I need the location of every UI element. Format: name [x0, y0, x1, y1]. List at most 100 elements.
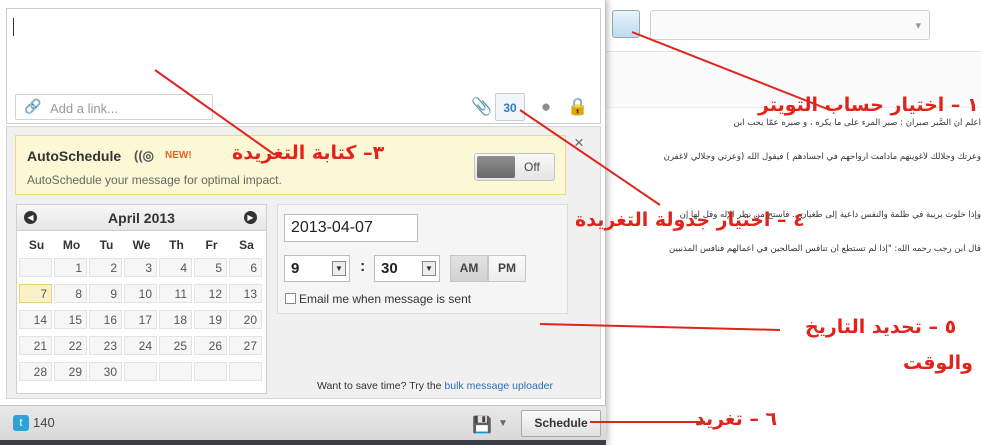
date-time-box: 2013-04-07 9 ▼ : 30 ▼ AM PM Email me whe… — [277, 204, 568, 314]
calendar-schedule-icon[interactable]: 30 — [495, 93, 525, 121]
weekday-label: Su — [28, 238, 45, 252]
bulk-hint-text: Want to save time? Try the — [317, 380, 445, 392]
prev-month-icon[interactable]: ◀ — [24, 211, 37, 224]
paperclip-icon: 🔗 — [24, 98, 42, 114]
calendar-day[interactable]: 21 — [19, 336, 52, 355]
calendar-day[interactable]: 26 — [194, 336, 227, 355]
calendar-day[interactable]: 11 — [159, 284, 192, 303]
close-icon[interactable]: × — [574, 133, 584, 153]
minute-select[interactable]: 30 ▼ — [374, 255, 440, 282]
annotation-step4: ٤ – اختيار جدولة التغريدة — [575, 209, 805, 231]
calendar-day[interactable]: 1 — [54, 258, 87, 277]
weekday-label: Fr — [205, 238, 218, 252]
lock-icon[interactable]: 🔒 — [563, 93, 593, 121]
schedule-panel: AutoSchedule ((◎ NEW! AutoSchedule your … — [6, 126, 601, 399]
annotation-step6: ٦ – تغريد — [695, 408, 778, 430]
calendar-day[interactable]: 10 — [124, 284, 157, 303]
autoschedule-description: AutoSchedule your message for optimal im… — [27, 173, 282, 187]
text-caret — [13, 18, 14, 36]
email-notify-label: Email me when message is sent — [299, 292, 472, 306]
toggle-knob — [477, 156, 515, 178]
calendar-day-empty — [229, 362, 262, 381]
calendar-day[interactable]: 7 — [19, 284, 52, 303]
weekday-label: Th — [169, 238, 184, 252]
chevron-down-icon: ▼ — [332, 261, 346, 276]
schedule-button[interactable]: Schedule — [521, 410, 601, 437]
calendar-day[interactable]: 12 — [194, 284, 227, 303]
calendar-day[interactable]: 23 — [89, 336, 122, 355]
calendar-day[interactable]: 9 — [89, 284, 122, 303]
calendar-day[interactable]: 24 — [124, 336, 157, 355]
toggle-label: Off — [524, 160, 540, 174]
calendar-day[interactable]: 25 — [159, 336, 192, 355]
add-link-input[interactable]: 🔗 Add a link... — [15, 94, 213, 120]
weekday-label: Mo — [62, 238, 81, 252]
calendar-header: April 2013 ◀ ▶ — [17, 205, 266, 231]
annotation-step1: ١ – اختيار حساب التويتر — [758, 94, 979, 116]
background-text-line: قال ابن رجب رحمه الله: "إذا لم تستطع أن … — [669, 244, 981, 254]
calendar-day[interactable]: 18 — [159, 310, 192, 329]
autoschedule-toggle[interactable]: Off — [474, 153, 555, 181]
calendar-day[interactable]: 16 — [89, 310, 122, 329]
calendar-day[interactable]: 6 — [229, 258, 262, 277]
chevron-down-icon: ▼ — [422, 261, 436, 276]
calendar-day-empty — [19, 258, 52, 277]
calendar-day[interactable]: 20 — [229, 310, 262, 329]
attach-file-icon[interactable]: 📎 — [467, 93, 497, 121]
bulk-uploader-link[interactable]: bulk message uploader — [444, 380, 553, 392]
bulk-upload-hint: Want to save time? Try the bulk message … — [317, 380, 553, 392]
account-avatar-icon[interactable] — [612, 10, 640, 38]
date-input[interactable]: 2013-04-07 — [284, 214, 418, 242]
calendar-day[interactable]: 17 — [124, 310, 157, 329]
calendar-day[interactable]: 15 — [54, 310, 87, 329]
calendar-month-title: April 2013 — [108, 210, 175, 226]
account-selector[interactable]: ▾ — [650, 10, 930, 40]
save-options-chevron-icon[interactable]: ▼ — [498, 418, 508, 429]
hour-select[interactable]: 9 ▼ — [284, 255, 350, 282]
character-count: 140 — [33, 415, 55, 430]
weekday-label: Sa — [239, 238, 254, 252]
calendar-day[interactable]: 13 — [229, 284, 262, 303]
calendar-day[interactable]: 22 — [54, 336, 87, 355]
add-link-placeholder: Add a link... — [50, 101, 118, 116]
location-pin-icon[interactable]: ● — [531, 93, 561, 121]
date-picker-calendar: April 2013 ◀ ▶ Su Mo Tu We Th Fr Sa 1234… — [16, 204, 267, 394]
calendar-day[interactable]: 5 — [194, 258, 227, 277]
email-notify-row[interactable]: Email me when message is sent — [285, 292, 471, 306]
message-textarea[interactable]: 🔗 Add a link... 📎 30 ● 🔒 — [6, 8, 601, 124]
twitter-bird-icon: t — [13, 415, 29, 431]
weekday-label: Tu — [99, 238, 114, 252]
calendar-day[interactable]: 28 — [19, 362, 52, 381]
bottom-strip — [0, 440, 606, 445]
next-month-icon[interactable]: ▶ — [244, 211, 257, 224]
annotation-step5-line1: ٥ – تحديد التاريخ — [805, 316, 957, 338]
calendar-day[interactable]: 8 — [54, 284, 87, 303]
screenshot: ▾ اعلم أن الصَّبر صبران : صبر المرء على … — [0, 0, 981, 445]
calendar-day-empty — [124, 362, 157, 381]
background-text-line: اعلم أن الصَّبر صبران : صبر المرء على ما… — [733, 118, 981, 128]
weekday-label: We — [132, 238, 151, 252]
email-notify-checkbox[interactable] — [285, 293, 296, 304]
calendar-day[interactable]: 3 — [124, 258, 157, 277]
pm-button[interactable]: PM — [488, 255, 526, 282]
calendar-day[interactable]: 14 — [19, 310, 52, 329]
calendar-day[interactable]: 27 — [229, 336, 262, 355]
calendar-day[interactable]: 4 — [159, 258, 192, 277]
calendar-day[interactable]: 30 — [89, 362, 122, 381]
calendar-day[interactable]: 2 — [89, 258, 122, 277]
calendar-day[interactable]: 19 — [194, 310, 227, 329]
autoschedule-logo-icon: ((◎ — [134, 148, 155, 163]
autoschedule-title: AutoSchedule — [27, 148, 122, 164]
am-button[interactable]: AM — [450, 255, 488, 282]
annotation-step5-line2: والوقت — [903, 352, 973, 374]
time-separator: : — [360, 258, 366, 275]
save-draft-icon[interactable]: 💾 — [472, 415, 492, 435]
new-badge: NEW! — [165, 150, 192, 161]
background-text-line: وعزتك وجلالك لأغوينهم مادامت ارواحهم في … — [663, 152, 981, 162]
chevron-down-icon: ▾ — [915, 20, 921, 32]
calendar-weekdays: Su Mo Tu We Th Fr Sa — [19, 238, 264, 254]
hour-value: 9 — [291, 260, 300, 277]
compose-panel: 🔗 Add a link... 📎 30 ● 🔒 AutoSchedule ((… — [0, 0, 606, 445]
calendar-day[interactable]: 29 — [54, 362, 87, 381]
calendar-day-empty — [194, 362, 227, 381]
